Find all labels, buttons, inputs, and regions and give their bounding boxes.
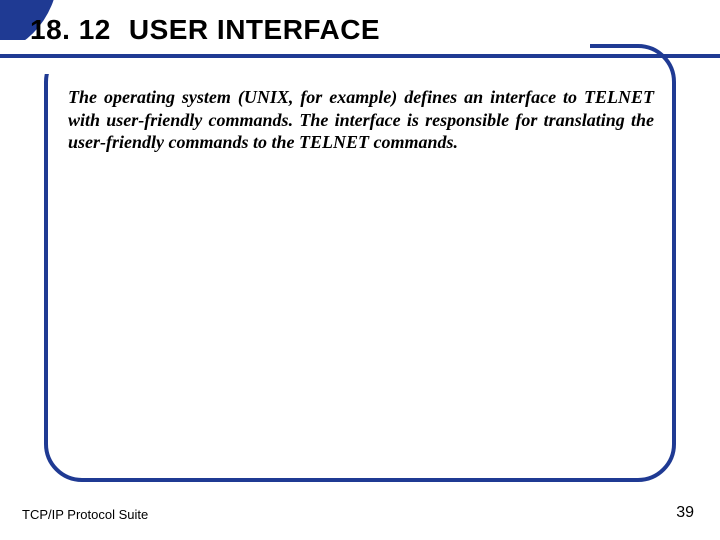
slide-title-area: 18. 12 USER INTERFACE (30, 14, 380, 46)
section-heading: USER INTERFACE (129, 14, 380, 45)
title-underline (0, 54, 720, 58)
slide-title: 18. 12 USER INTERFACE (30, 14, 380, 46)
section-number: 18. 12 (30, 14, 111, 45)
page-number: 39 (676, 504, 694, 522)
footer-source: TCP/IP Protocol Suite (22, 507, 148, 522)
slide-body-paragraph: The operating system (UNIX, for example)… (68, 86, 654, 154)
